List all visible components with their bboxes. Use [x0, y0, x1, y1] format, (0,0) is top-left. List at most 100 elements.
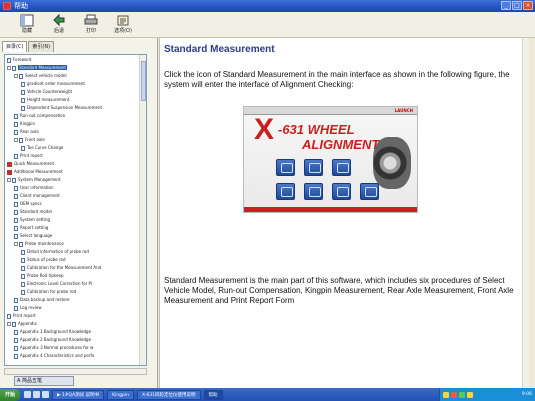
- tray-icon[interactable]: [443, 391, 449, 398]
- expand-icon[interactable]: [7, 322, 11, 326]
- document-icon: [14, 185, 18, 191]
- tree-item[interactable]: Additional Measurement: [7, 169, 63, 175]
- tree-scroll-thumb[interactable]: [141, 61, 146, 101]
- expand-icon[interactable]: [7, 178, 11, 182]
- tray-icon[interactable]: [451, 391, 457, 398]
- tree-item[interactable]: System setting: [14, 217, 50, 223]
- system-management-tile: [276, 183, 295, 200]
- taskbar-item[interactable]: Kingpin: [107, 389, 134, 400]
- tree-item[interactable]: Vehicle Counterweight: [21, 89, 72, 95]
- exit-tile: [360, 183, 379, 200]
- tree-item[interactable]: Toe Curve Change: [21, 145, 63, 151]
- tree-item[interactable]: Appendix 4 Characteristics and perfo: [14, 353, 94, 359]
- tree-item[interactable]: Front axle: [14, 137, 45, 143]
- tree-horizontal-scrollbar[interactable]: [4, 368, 147, 375]
- tree-item[interactable]: Foreword: [7, 57, 31, 63]
- desktop-icon[interactable]: [24, 391, 32, 398]
- taskbar-item[interactable]: X-631四轮定位仪使用说明: [136, 389, 201, 400]
- tree-item-label: Select vehicle model: [25, 73, 67, 78]
- tree-item[interactable]: Print report: [14, 153, 43, 159]
- tab-contents[interactable]: 目录(C): [2, 41, 28, 52]
- tree-item[interactable]: Report setting: [14, 225, 48, 231]
- tree-item[interactable]: Status of probe rod: [21, 257, 66, 263]
- expand-icon[interactable]: [7, 66, 11, 70]
- tree-item[interactable]: Print report: [7, 313, 36, 319]
- tree-item[interactable]: OEM specs: [14, 201, 42, 207]
- tree-item[interactable]: Calibration for probe rod: [21, 289, 76, 295]
- tree-item[interactable]: Select vehicle model: [14, 73, 67, 79]
- tree-item[interactable]: User information: [14, 185, 53, 191]
- expand-icon[interactable]: [14, 138, 18, 142]
- hide-button[interactable]: 隐藏: [14, 12, 40, 37]
- tree-item[interactable]: Probe Rod Upkeep: [21, 273, 64, 279]
- expand-icon[interactable]: [14, 74, 18, 78]
- tree-item[interactable]: Probe maintenance: [14, 241, 64, 247]
- tree-item-label: Report setting: [20, 225, 49, 230]
- browser-icon[interactable]: [33, 391, 41, 398]
- explorer-icon[interactable]: [42, 391, 50, 398]
- document-icon: [21, 249, 25, 255]
- tree-item[interactable]: Appendix 3 Normal procedures for w: [14, 345, 93, 351]
- expand-icon[interactable]: [14, 242, 18, 246]
- tree-item[interactable]: System Management: [7, 177, 61, 183]
- tree-item[interactable]: Client management: [14, 193, 60, 199]
- quick-measurement-tile: [304, 159, 323, 176]
- page-title: Standard Measurement: [164, 44, 275, 55]
- tree-scrollbar[interactable]: [139, 55, 146, 365]
- taskbar-item-active[interactable]: 帮助: [203, 389, 223, 400]
- book-icon: [7, 161, 12, 167]
- content-scrollbar[interactable]: [522, 38, 529, 388]
- tree-item[interactable]: Appendix 1 Background Knowledge: [14, 329, 91, 335]
- tree-item-label: Height measurement: [27, 97, 70, 102]
- minimize-button[interactable]: _: [501, 1, 511, 10]
- taskbar: 开始 ▶ 1#QA测试 说明书 Kingpin X-631四轮定位仪使用说明 帮…: [0, 388, 535, 401]
- document-icon: [14, 297, 18, 303]
- tree-item[interactable]: Rear axle: [14, 129, 39, 135]
- tree-item[interactable]: Height measurement: [21, 97, 69, 103]
- tree-item[interactable]: Appendix: [7, 321, 37, 327]
- folder-icon: [12, 321, 16, 327]
- help-app-icon: [3, 2, 11, 10]
- tree-item[interactable]: Standard Measurement: [7, 65, 67, 71]
- document-icon: [14, 113, 18, 119]
- language-bar[interactable]: A 简品五笔: [14, 376, 74, 386]
- tree-item[interactable]: Dependent Suspension Measurement: [21, 105, 102, 111]
- tree-item[interactable]: Log review: [14, 305, 42, 311]
- figure-bottom-bar: [244, 207, 417, 212]
- tree-item[interactable]: Electronic Level Correction for Pr: [21, 281, 93, 287]
- print-button[interactable]: 打印: [78, 12, 104, 37]
- tree-item[interactable]: Select language: [14, 233, 52, 239]
- tree-item[interactable]: gradient order measurement: [21, 81, 85, 87]
- back-button[interactable]: 后退: [46, 12, 72, 37]
- tray-icon[interactable]: [459, 391, 465, 398]
- tree-item[interactable]: Kingpin: [14, 121, 35, 127]
- folder-icon: [19, 241, 23, 247]
- tree-item-label: Probe Rod Upkeep: [27, 273, 64, 278]
- document-icon: [14, 353, 18, 359]
- tree-item-label: Run-out compensation: [20, 113, 66, 118]
- folder-icon: [19, 73, 23, 79]
- start-button[interactable]: 开始: [0, 388, 21, 401]
- contents-tree[interactable]: Foreword Standard Measurement Select vehic…: [4, 54, 147, 366]
- tree-item[interactable]: Appendix 2 Background Knowledge: [14, 337, 91, 343]
- title-bar[interactable]: 帮助 _ □ ×: [0, 0, 535, 12]
- tree-item[interactable]: Detail information of probe rod: [21, 249, 89, 255]
- taskbar-item[interactable]: ▶ 1#QA测试 说明书: [52, 389, 105, 400]
- tab-index[interactable]: 索引(N): [28, 41, 55, 52]
- tree-item[interactable]: Data backup and restore: [14, 297, 69, 303]
- tree-item[interactable]: Quick Measurement: [7, 161, 54, 167]
- back-icon: [53, 14, 65, 27]
- launch-logo: LAUNCH: [394, 108, 413, 113]
- close-button[interactable]: ×: [523, 1, 533, 10]
- topic-content: Standard Measurement Click the icon of S…: [159, 38, 529, 388]
- tree-item[interactable]: Standard model: [14, 209, 52, 215]
- tree-item[interactable]: Run-out compensation: [14, 113, 65, 119]
- tree-item-label: Front axle: [25, 137, 45, 142]
- tray-icon[interactable]: [467, 391, 473, 398]
- tree-item[interactable]: Calibration for the Measurement And: [21, 265, 101, 271]
- document-icon: [14, 153, 18, 159]
- document-icon: [14, 305, 18, 311]
- options-button[interactable]: 选项(O): [110, 12, 136, 37]
- tree-item-label: System setting: [20, 217, 51, 222]
- maximize-button[interactable]: □: [512, 1, 522, 10]
